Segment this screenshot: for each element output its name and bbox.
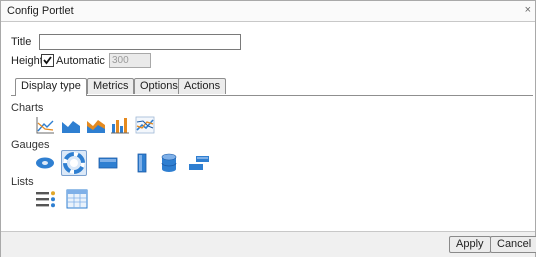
tab-actions[interactable]: Actions (178, 78, 227, 94)
bullet-list-icon[interactable] (35, 189, 55, 209)
step-gauge-icon[interactable] (188, 153, 209, 173)
check-icon (43, 56, 52, 65)
lists-section-label: Lists (11, 176, 34, 188)
height-input[interactable] (109, 53, 151, 68)
title-label: Title (11, 36, 32, 48)
dialog-title: Config Portlet (7, 5, 74, 17)
gauges-section-label: Gauges (11, 139, 50, 151)
height-label: Height (11, 55, 43, 67)
apply-button[interactable]: Apply (449, 236, 491, 253)
close-icon[interactable]: × (525, 4, 531, 16)
tab-bar: Display type Metrics Options Actions (11, 78, 533, 96)
tab-metrics[interactable]: Metrics (87, 78, 135, 94)
horizontal-bar-gauge-icon[interactable] (98, 153, 118, 173)
multi-line-chart-icon[interactable] (135, 115, 155, 135)
tab-options[interactable]: Options (134, 78, 184, 94)
automatic-label: Automatic (56, 55, 105, 67)
dialog-titlebar: Config Portlet × (1, 1, 535, 22)
line-chart-icon[interactable] (35, 115, 55, 135)
vertical-bar-gauge-icon[interactable] (132, 153, 152, 173)
stacked-area-chart-icon[interactable] (86, 115, 106, 135)
cylinder-gauge-icon[interactable] (159, 153, 179, 173)
oval-gauge-icon[interactable] (35, 153, 55, 173)
tab-display-type[interactable]: Display type (15, 78, 87, 96)
automatic-checkbox[interactable] (41, 54, 54, 67)
cancel-button[interactable]: Cancel (490, 236, 536, 253)
dial-gauge-icon[interactable] (61, 150, 87, 176)
bar-chart-icon[interactable] (110, 115, 130, 135)
config-portlet-dialog: Config Portlet × Title Height Automatic … (0, 0, 536, 257)
area-chart-icon[interactable] (61, 115, 81, 135)
grid-list-icon[interactable] (66, 189, 88, 209)
title-input[interactable] (39, 34, 241, 50)
dialog-footer: Apply Cancel (1, 231, 536, 257)
charts-section-label: Charts (11, 102, 44, 114)
